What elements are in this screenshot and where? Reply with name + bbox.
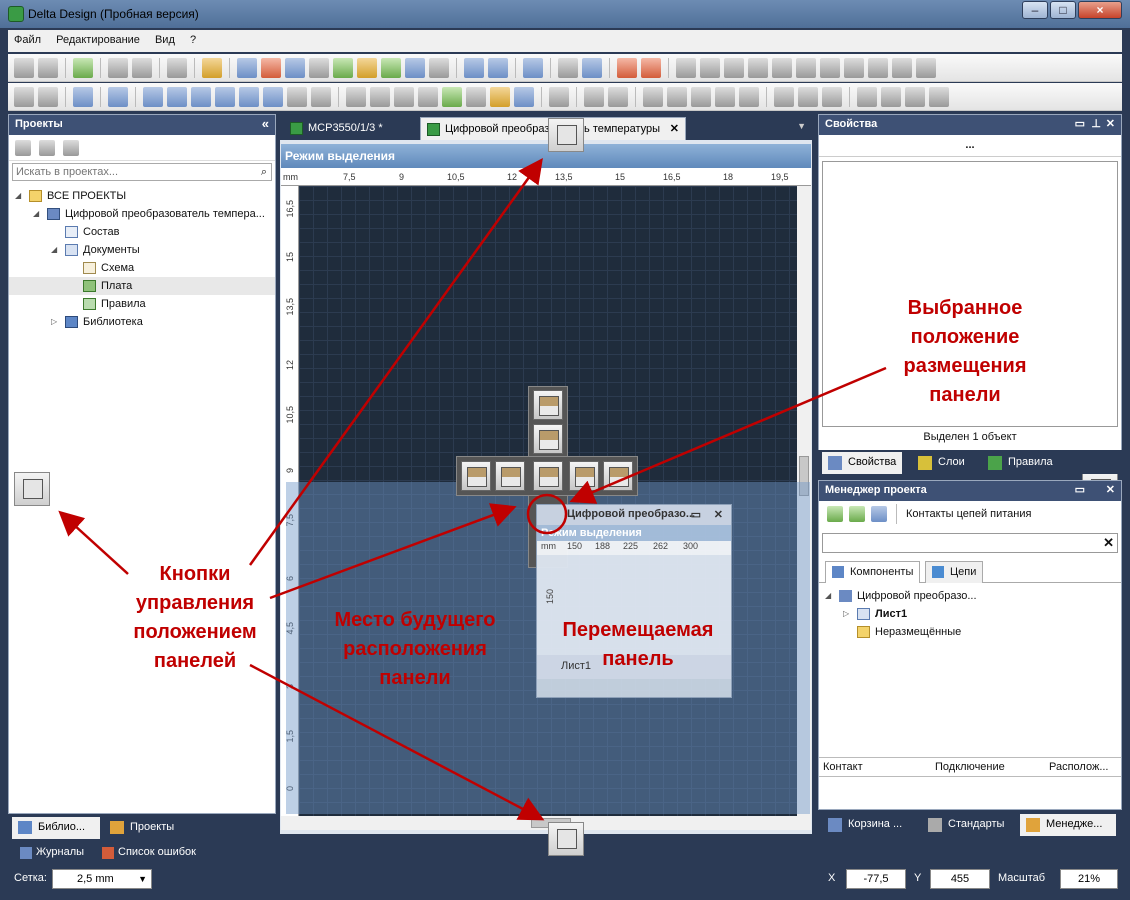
selected-position-circle [526, 493, 568, 535]
arrow-to-compass [269, 503, 517, 600]
arrow-to-selected-position [569, 366, 887, 504]
annotation-control-buttons: Кнопки управления положением панелей [133, 563, 257, 672]
annotation-moving-panel: Перемещаемая панель [562, 619, 714, 670]
arrow-to-top-dock [248, 157, 543, 566]
annotation-selected-position: Выбранное положение размещения панели [903, 297, 1027, 406]
annotation-future-place: Место будущего расположения панели [334, 609, 496, 689]
annotation-arrows [58, 157, 887, 821]
